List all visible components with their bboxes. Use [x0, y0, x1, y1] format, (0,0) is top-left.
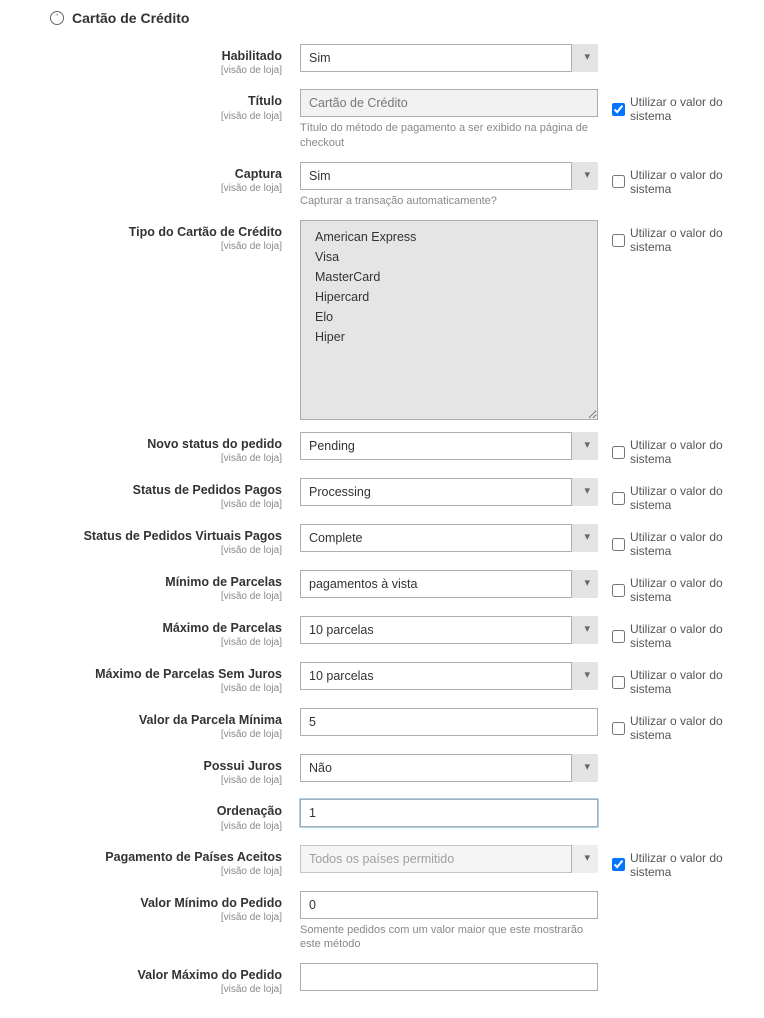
scope-countries: [visão de loja] [20, 865, 282, 878]
row-hasfee: Possui Juros [visão de loja] Não [20, 754, 744, 787]
row-newstatus: Novo status do pedido [visão de loja] Pe… [20, 432, 744, 466]
scope-capture: [visão de loja] [20, 182, 282, 195]
sysval-label-cctypes: Utilizar o valor do sistema [630, 226, 744, 254]
scope-hasfee: [visão de loja] [20, 774, 282, 787]
input-mininstall-value[interactable] [300, 708, 598, 736]
label-sort: Ordenação [20, 803, 282, 819]
label-countries: Pagamento de Países Aceitos [20, 849, 282, 865]
hint-title: Título do método de pagamento a ser exib… [300, 121, 598, 150]
collapse-icon: ˆ [50, 11, 64, 25]
label-maxinstall-nofee: Máximo de Parcelas Sem Juros [20, 666, 282, 682]
select-newstatus[interactable]: Pending [300, 432, 598, 460]
sysval-checkbox-newstatus[interactable] [612, 446, 625, 459]
hint-minorder: Somente pedidos com um valor maior que e… [300, 923, 598, 952]
multiselect-cctypes[interactable]: American Express Visa MasterCard Hiperca… [300, 220, 598, 420]
label-minorder: Valor Mínimo do Pedido [20, 895, 282, 911]
select-maxinstall-nofee[interactable]: 10 parcelas [300, 662, 598, 690]
sysval-label-mininstall-value: Utilizar o valor do sistema [630, 714, 744, 742]
sysval-checkbox-maxinstall[interactable] [612, 630, 625, 643]
scope-enabled: [visão de loja] [20, 64, 282, 77]
sysval-checkbox-mininstall[interactable] [612, 584, 625, 597]
cctype-item[interactable]: Hipercard [301, 287, 597, 307]
sysval-label-mininstall: Utilizar o valor do sistema [630, 576, 744, 604]
cctype-item[interactable]: Hiper [301, 327, 597, 347]
label-title: Título [20, 93, 282, 109]
row-maxorder: Valor Máximo do Pedido [visão de loja] [20, 963, 744, 996]
sysval-label-newstatus: Utilizar o valor do sistema [630, 438, 744, 466]
sysval-label-title: Utilizar o valor do sistema [630, 95, 744, 123]
scope-paidstatus: [visão de loja] [20, 498, 282, 511]
label-mininstall: Mínimo de Parcelas [20, 574, 282, 590]
row-minorder: Valor Mínimo do Pedido [visão de loja] S… [20, 891, 744, 952]
select-paidstatus[interactable]: Processing [300, 478, 598, 506]
section-header[interactable]: ˆ Cartão de Crédito [20, 10, 744, 26]
cctype-item[interactable]: Elo [301, 307, 597, 327]
scope-sort: [visão de loja] [20, 820, 282, 833]
label-capture: Captura [20, 166, 282, 182]
select-hasfee[interactable]: Não [300, 754, 598, 782]
label-newstatus: Novo status do pedido [20, 436, 282, 452]
row-sort: Ordenação [visão de loja] [20, 799, 744, 832]
sysval-checkbox-title[interactable] [612, 103, 625, 116]
row-countries: Pagamento de Países Aceitos [visão de lo… [20, 845, 744, 879]
label-paidstatus: Status de Pedidos Pagos [20, 482, 282, 498]
row-maxinstall-nofee: Máximo de Parcelas Sem Juros [visão de l… [20, 662, 744, 696]
sysval-checkbox-capture[interactable] [612, 175, 625, 188]
scope-newstatus: [visão de loja] [20, 452, 282, 465]
scope-minorder: [visão de loja] [20, 911, 282, 924]
scope-maxinstall: [visão de loja] [20, 636, 282, 649]
sysval-label-paidstatus: Utilizar o valor do sistema [630, 484, 744, 512]
scope-maxorder: [visão de loja] [20, 983, 282, 996]
sysval-label-capture: Utilizar o valor do sistema [630, 168, 744, 196]
select-virtualstatus[interactable]: Complete [300, 524, 598, 552]
cctype-item[interactable]: MasterCard [301, 267, 597, 287]
label-virtualstatus: Status de Pedidos Virtuais Pagos [20, 528, 282, 544]
sysval-label-maxinstall: Utilizar o valor do sistema [630, 622, 744, 650]
label-cctypes: Tipo do Cartão de Crédito [20, 224, 282, 240]
sysval-checkbox-cctypes[interactable] [612, 234, 625, 247]
row-mininstall-value: Valor da Parcela Mínima [visão de loja] … [20, 708, 744, 742]
cctype-item[interactable]: American Express [301, 227, 597, 247]
input-minorder[interactable] [300, 891, 598, 919]
select-countries[interactable]: Todos os países permitido [300, 845, 598, 873]
row-enabled: Habilitado [visão de loja] Sim [20, 44, 744, 77]
scope-title: [visão de loja] [20, 110, 282, 123]
row-title: Título [visão de loja] Título do método … [20, 89, 744, 150]
row-cctypes: Tipo do Cartão de Crédito [visão de loja… [20, 220, 744, 420]
section-title: Cartão de Crédito [72, 10, 189, 26]
scope-cctypes: [visão de loja] [20, 240, 282, 253]
label-enabled: Habilitado [20, 48, 282, 64]
sysval-label-countries: Utilizar o valor do sistema [630, 851, 744, 879]
scope-mininstall-value: [visão de loja] [20, 728, 282, 741]
row-maxinstall: Máximo de Parcelas [visão de loja] 10 pa… [20, 616, 744, 650]
sysval-label-maxinstall-nofee: Utilizar o valor do sistema [630, 668, 744, 696]
input-sort[interactable] [300, 799, 598, 827]
label-maxinstall: Máximo de Parcelas [20, 620, 282, 636]
row-virtualstatus: Status de Pedidos Virtuais Pagos [visão … [20, 524, 744, 558]
select-maxinstall[interactable]: 10 parcelas [300, 616, 598, 644]
label-maxorder: Valor Máximo do Pedido [20, 967, 282, 983]
input-maxorder[interactable] [300, 963, 598, 991]
scope-virtualstatus: [visão de loja] [20, 544, 282, 557]
cctype-item[interactable]: Visa [301, 247, 597, 267]
scope-mininstall: [visão de loja] [20, 590, 282, 603]
sysval-checkbox-virtualstatus[interactable] [612, 538, 625, 551]
scope-maxinstall-nofee: [visão de loja] [20, 682, 282, 695]
select-capture[interactable]: Sim [300, 162, 598, 190]
sysval-checkbox-countries[interactable] [612, 858, 625, 871]
sysval-checkbox-maxinstall-nofee[interactable] [612, 676, 625, 689]
label-hasfee: Possui Juros [20, 758, 282, 774]
sysval-checkbox-mininstall-value[interactable] [612, 722, 625, 735]
select-mininstall[interactable]: pagamentos à vista [300, 570, 598, 598]
hint-capture: Capturar a transação automaticamente? [300, 194, 598, 208]
select-enabled[interactable]: Sim [300, 44, 598, 72]
row-capture: Captura [visão de loja] Sim Capturar a t… [20, 162, 744, 208]
sysval-checkbox-paidstatus[interactable] [612, 492, 625, 505]
label-mininstall-value: Valor da Parcela Mínima [20, 712, 282, 728]
sysval-label-virtualstatus: Utilizar o valor do sistema [630, 530, 744, 558]
row-paidstatus: Status de Pedidos Pagos [visão de loja] … [20, 478, 744, 512]
input-title[interactable] [300, 89, 598, 117]
row-mininstall: Mínimo de Parcelas [visão de loja] pagam… [20, 570, 744, 604]
